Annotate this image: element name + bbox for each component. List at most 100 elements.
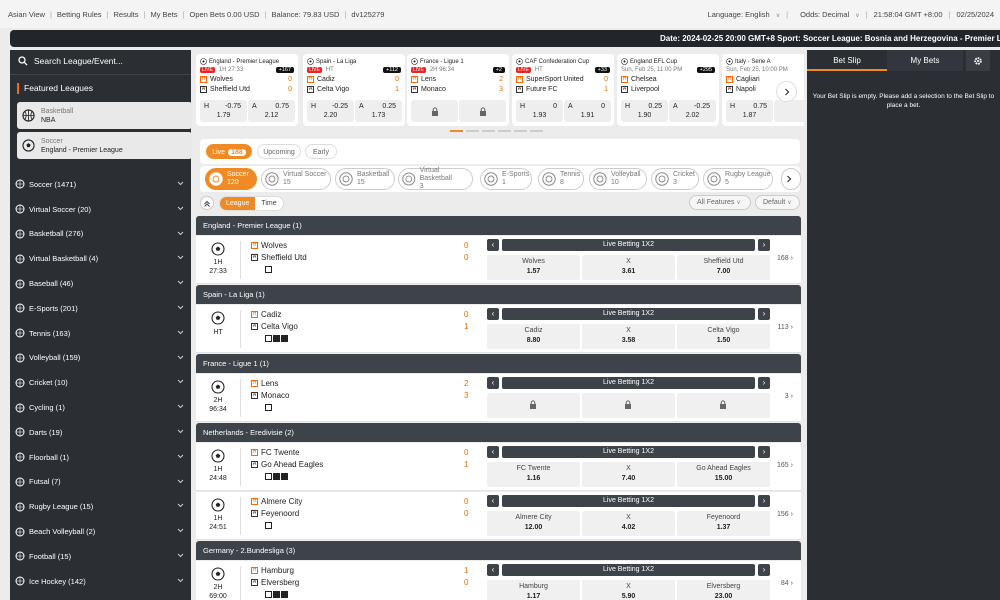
tab-bet-slip[interactable]: Bet Slip: [807, 50, 887, 71]
sidebar-item-esports[interactable]: E-Sports (201): [10, 296, 191, 321]
sidebar-item-ice-hockey[interactable]: Ice Hockey (142): [10, 569, 191, 594]
more-markets-count[interactable]: +112: [383, 67, 401, 73]
more-markets-link[interactable]: 165 ›: [777, 462, 793, 469]
info-icon[interactable]: [281, 473, 288, 480]
tab-live[interactable]: Live 188: [206, 144, 252, 159]
odds-button-h[interactable]: H 0.25 1.90: [621, 100, 668, 122]
match-team-away[interactable]: A Celta Vigo 1: [251, 322, 468, 331]
stats-icon[interactable]: [265, 591, 272, 598]
market-next-button[interactable]: ›: [758, 239, 770, 251]
stats-icon[interactable]: [265, 266, 272, 273]
sidebar-item-cycling[interactable]: Cycling (1): [10, 395, 191, 420]
odds-button-a[interactable]: A 0.25 1.73: [355, 100, 402, 122]
odds-cell-away[interactable]: Sheffield Utd 7.00: [677, 255, 770, 280]
market-prev-button[interactable]: ‹: [487, 308, 499, 320]
results-link[interactable]: Results: [113, 10, 138, 19]
featured-match-card[interactable]: Spain - La Liga LIVE HT +112 H Cadiz 0 A Celta V…: [303, 54, 405, 126]
odds-cell-away[interactable]: Celta Vigo 1.50: [677, 324, 770, 349]
sidebar-item-basketball[interactable]: Basketball (276): [10, 222, 191, 247]
odds-cell-draw[interactable]: X 3.58: [582, 324, 675, 349]
more-markets-count[interactable]: +167: [275, 67, 294, 73]
collapse-all-button[interactable]: [200, 196, 214, 210]
league-header[interactable]: Netherlands - Eredivisie (2): [196, 423, 801, 442]
tv-icon[interactable]: [273, 591, 280, 598]
market-next-button[interactable]: ›: [758, 564, 770, 576]
sidebar-item-baseball[interactable]: Baseball (46): [10, 271, 191, 296]
match-team-home[interactable]: H Wolves 0: [251, 241, 468, 250]
more-markets-count[interactable]: +295: [696, 67, 715, 73]
league-header[interactable]: England - Premier League (1): [196, 216, 801, 235]
group-by-league[interactable]: League: [220, 197, 256, 210]
odds-cell-home[interactable]: Almere City 12.00: [487, 511, 580, 536]
tv-icon[interactable]: [273, 335, 280, 342]
tab-my-bets[interactable]: My Bets: [887, 50, 963, 71]
odds-cell-home[interactable]: FC Twente 1.16: [487, 462, 580, 487]
market-next-button[interactable]: ›: [758, 377, 770, 389]
sidebar-item-volleyball[interactable]: Volleyball (159): [10, 346, 191, 371]
odds-button-a[interactable]: A -0.25 2.02: [669, 100, 716, 122]
odds-cell-away[interactable]: Go Ahead Eagles 15.00: [677, 462, 770, 487]
featured-match-card[interactable]: France - Ligue 1 LIVE 2H 96:34 +2 H Lens 2 A Mon…: [407, 54, 509, 126]
match-team-home[interactable]: H Cadiz 0: [251, 310, 468, 319]
odds-cell-draw[interactable]: [582, 393, 675, 418]
odds-cell-draw[interactable]: X 4.02: [582, 511, 675, 536]
market-prev-button[interactable]: ‹: [487, 564, 499, 576]
league-header[interactable]: France - Ligue 1 (1): [196, 354, 801, 373]
league-header[interactable]: Germany - 2.Bundesliga (3): [196, 541, 801, 560]
odds-button-h[interactable]: H 0.75 1.87: [726, 100, 773, 122]
odds-cell-draw[interactable]: X 7.40: [582, 462, 675, 487]
odds-button-h[interactable]: H 0 1.93: [516, 100, 563, 122]
settings-button[interactable]: [966, 50, 990, 71]
sidebar-item-futsal[interactable]: Futsal (7): [10, 470, 191, 495]
market-next-button[interactable]: ›: [758, 495, 770, 507]
stats-icon[interactable]: [265, 473, 272, 480]
language-select[interactable]: Language: English ∨: [702, 10, 781, 19]
odds-cell-home[interactable]: Wolves 1.57: [487, 255, 580, 280]
sport-tab[interactable]: E-Sports 1: [480, 168, 532, 190]
asian-view-link[interactable]: Asian View: [8, 10, 45, 19]
market-prev-button[interactable]: ‹: [487, 377, 499, 389]
more-markets-count[interactable]: +2: [492, 67, 505, 73]
sport-tab[interactable]: Tennis 8: [538, 168, 584, 190]
market-prev-button[interactable]: ‹: [487, 446, 499, 458]
sidebar-item-cricket[interactable]: Cricket (10): [10, 370, 191, 395]
match-team-away[interactable]: A Feyenoord 0: [251, 509, 468, 518]
match-team-away[interactable]: A Monaco 3: [251, 391, 468, 400]
odds-cell-home[interactable]: Cadiz 8.80: [487, 324, 580, 349]
open-bets-link[interactable]: Open Bets 0.00 USD: [190, 10, 260, 19]
odds-button-h[interactable]: [411, 100, 458, 122]
league-header[interactable]: Spain - La Liga (1): [196, 285, 801, 304]
betting-rules-link[interactable]: Betting Rules: [57, 10, 102, 19]
odds-button-a[interactable]: [459, 100, 506, 122]
info-icon[interactable]: [281, 335, 288, 342]
featured-league-epl[interactable]: Soccer England - Premier League: [17, 132, 192, 159]
market-next-button[interactable]: ›: [758, 308, 770, 320]
sort-select[interactable]: Default ∨: [755, 195, 800, 210]
more-markets-link[interactable]: 113 ›: [778, 324, 793, 331]
odds-cell-away[interactable]: Feyenoord 1.37: [677, 511, 770, 536]
match-team-home[interactable]: H FC Twente 0: [251, 448, 468, 457]
match-team-away[interactable]: A Sheffield Utd 0: [251, 253, 468, 262]
stats-icon[interactable]: [265, 522, 272, 529]
tab-upcoming[interactable]: Upcoming: [257, 144, 301, 159]
sidebar-item-beach-volleyball[interactable]: Beach Volleyball (2): [10, 519, 191, 544]
market-prev-button[interactable]: ‹: [487, 495, 499, 507]
info-icon[interactable]: [281, 591, 288, 598]
featured-match-card[interactable]: CAF Confederation Cup LIVE HT +33 H SuperSpor…: [512, 54, 614, 126]
more-markets-link[interactable]: 168 ›: [777, 255, 793, 262]
odds-button-a[interactable]: [774, 100, 804, 122]
featured-match-card[interactable]: England EFL Cup Sun, Feb 25, 11:00 PM +295…: [617, 54, 719, 126]
odds-cell-away[interactable]: [677, 393, 770, 418]
tv-icon[interactable]: [273, 473, 280, 480]
match-team-away[interactable]: A Elversberg 0: [251, 578, 468, 587]
sidebar-item-floorball[interactable]: Floorball (1): [10, 445, 191, 470]
my-bets-link[interactable]: My Bets: [150, 10, 177, 19]
odds-cell-home[interactable]: Hamburg 1.17: [487, 580, 580, 600]
match-team-home[interactable]: H Lens 2: [251, 379, 468, 388]
sport-tab[interactable]: Basketball 15: [335, 168, 395, 190]
stats-icon[interactable]: [265, 404, 272, 411]
market-next-button[interactable]: ›: [758, 446, 770, 458]
stats-icon[interactable]: [265, 335, 272, 342]
more-markets-link[interactable]: 84 ›: [781, 580, 793, 587]
more-markets-link[interactable]: 3 ›: [785, 393, 793, 400]
